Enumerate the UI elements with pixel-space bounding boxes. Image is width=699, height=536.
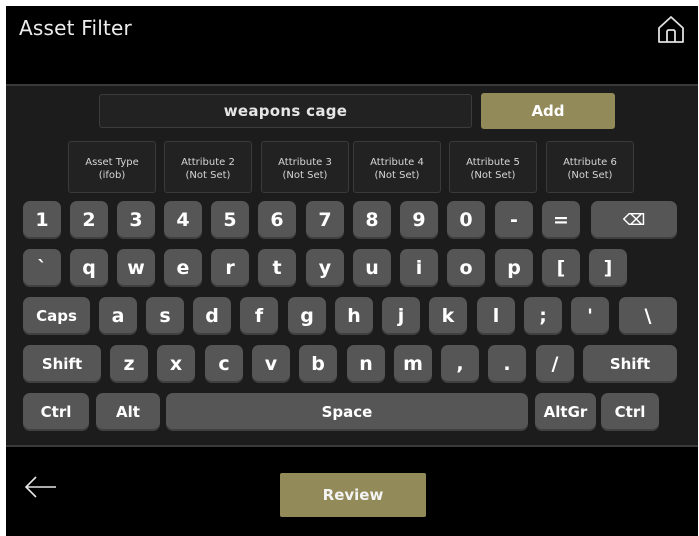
key-1[interactable]: 1 (23, 201, 61, 239)
back-arrow-icon[interactable] (24, 475, 58, 499)
key-backtick[interactable]: ` (23, 249, 61, 287)
key-7[interactable]: 7 (306, 201, 344, 239)
attribute-name: Attribute 4 (370, 157, 424, 168)
key-minus[interactable]: - (495, 201, 533, 239)
key-h[interactable]: h (335, 297, 373, 335)
key-3[interactable]: 3 (117, 201, 155, 239)
key-q[interactable]: q (70, 249, 108, 287)
key-z[interactable]: z (110, 345, 148, 383)
space-key[interactable]: Space (166, 393, 528, 431)
ctrl-key-left[interactable]: Ctrl (23, 393, 89, 431)
shift-key-left[interactable]: Shift (23, 345, 101, 383)
key-t[interactable]: t (258, 249, 296, 287)
key-r[interactable]: r (211, 249, 249, 287)
ctrl-key-right[interactable]: Ctrl (601, 393, 659, 431)
key-9[interactable]: 9 (400, 201, 438, 239)
key-n[interactable]: n (347, 345, 385, 383)
attribute-name: Attribute 2 (181, 157, 235, 168)
key-v[interactable]: v (252, 345, 290, 383)
key-semicolon[interactable]: ; (524, 297, 562, 335)
key-e[interactable]: e (164, 249, 202, 287)
key-apostrophe[interactable]: ' (571, 297, 609, 335)
search-input[interactable]: weapons cage (99, 94, 472, 128)
page-title: Asset Filter (19, 16, 132, 40)
attribute-button-2[interactable]: Attribute 2 (Not Set) (164, 141, 252, 193)
attribute-name: Attribute 3 (278, 157, 332, 168)
attribute-name: Asset Type (85, 157, 139, 168)
key-j[interactable]: j (382, 297, 420, 335)
key-f[interactable]: f (240, 297, 278, 335)
key-m[interactable]: m (394, 345, 432, 383)
attribute-value: (Not Set) (374, 170, 420, 181)
key-right-bracket[interactable]: ] (589, 249, 627, 287)
add-button[interactable]: Add (481, 93, 615, 129)
alt-key[interactable]: Alt (96, 393, 160, 431)
key-c[interactable]: c (205, 345, 243, 383)
key-4[interactable]: 4 (164, 201, 202, 239)
attribute-button-3[interactable]: Attribute 3 (Not Set) (261, 141, 349, 193)
attribute-value: (Not Set) (567, 170, 613, 181)
key-slash[interactable]: / (536, 345, 574, 383)
review-button[interactable]: Review (280, 473, 426, 517)
key-a[interactable]: a (99, 297, 137, 335)
key-u[interactable]: u (353, 249, 391, 287)
key-i[interactable]: i (400, 249, 438, 287)
key-p[interactable]: p (495, 249, 533, 287)
key-equals[interactable]: = (542, 201, 580, 239)
attribute-value: (Not Set) (185, 170, 231, 181)
attribute-name: Attribute 5 (466, 157, 520, 168)
shift-key-right[interactable]: Shift (583, 345, 677, 383)
key-left-bracket[interactable]: [ (542, 249, 580, 287)
key-g[interactable]: g (288, 297, 326, 335)
key-b[interactable]: b (299, 345, 337, 383)
key-x[interactable]: x (157, 345, 195, 383)
attribute-value: (ifob) (98, 170, 126, 181)
attribute-button-asset-type[interactable]: Asset Type (ifob) (68, 141, 156, 193)
key-period[interactable]: . (488, 345, 526, 383)
header-bar: Asset Filter (6, 6, 698, 86)
attribute-button-6[interactable]: Attribute 6 (Not Set) (546, 141, 634, 193)
key-8[interactable]: 8 (353, 201, 391, 239)
key-w[interactable]: w (117, 249, 155, 287)
attribute-name: Attribute 6 (563, 157, 617, 168)
key-5[interactable]: 5 (211, 201, 249, 239)
key-d[interactable]: d (193, 297, 231, 335)
key-o[interactable]: o (447, 249, 485, 287)
key-comma[interactable]: , (441, 345, 479, 383)
key-k[interactable]: k (429, 297, 467, 335)
filter-panel: weapons cage Add Asset Type (ifob) Attri… (6, 86, 698, 447)
attribute-value: (Not Set) (470, 170, 516, 181)
app-screen: Asset Filter weapons cage Add Asset Type… (6, 6, 698, 536)
key-l[interactable]: l (477, 297, 515, 335)
footer-bar: Review (6, 447, 698, 536)
caps-lock-key[interactable]: Caps (23, 297, 90, 335)
key-backslash[interactable]: \ (619, 297, 677, 335)
backspace-key[interactable]: ⌫ (591, 201, 677, 239)
key-6[interactable]: 6 (258, 201, 296, 239)
home-icon[interactable] (656, 14, 686, 44)
key-y[interactable]: y (306, 249, 344, 287)
attribute-button-5[interactable]: Attribute 5 (Not Set) (449, 141, 537, 193)
key-s[interactable]: s (146, 297, 184, 335)
altgr-key[interactable]: AltGr (535, 393, 596, 431)
key-2[interactable]: 2 (70, 201, 108, 239)
attribute-value: (Not Set) (282, 170, 328, 181)
attribute-button-4[interactable]: Attribute 4 (Not Set) (353, 141, 441, 193)
key-0[interactable]: 0 (447, 201, 485, 239)
